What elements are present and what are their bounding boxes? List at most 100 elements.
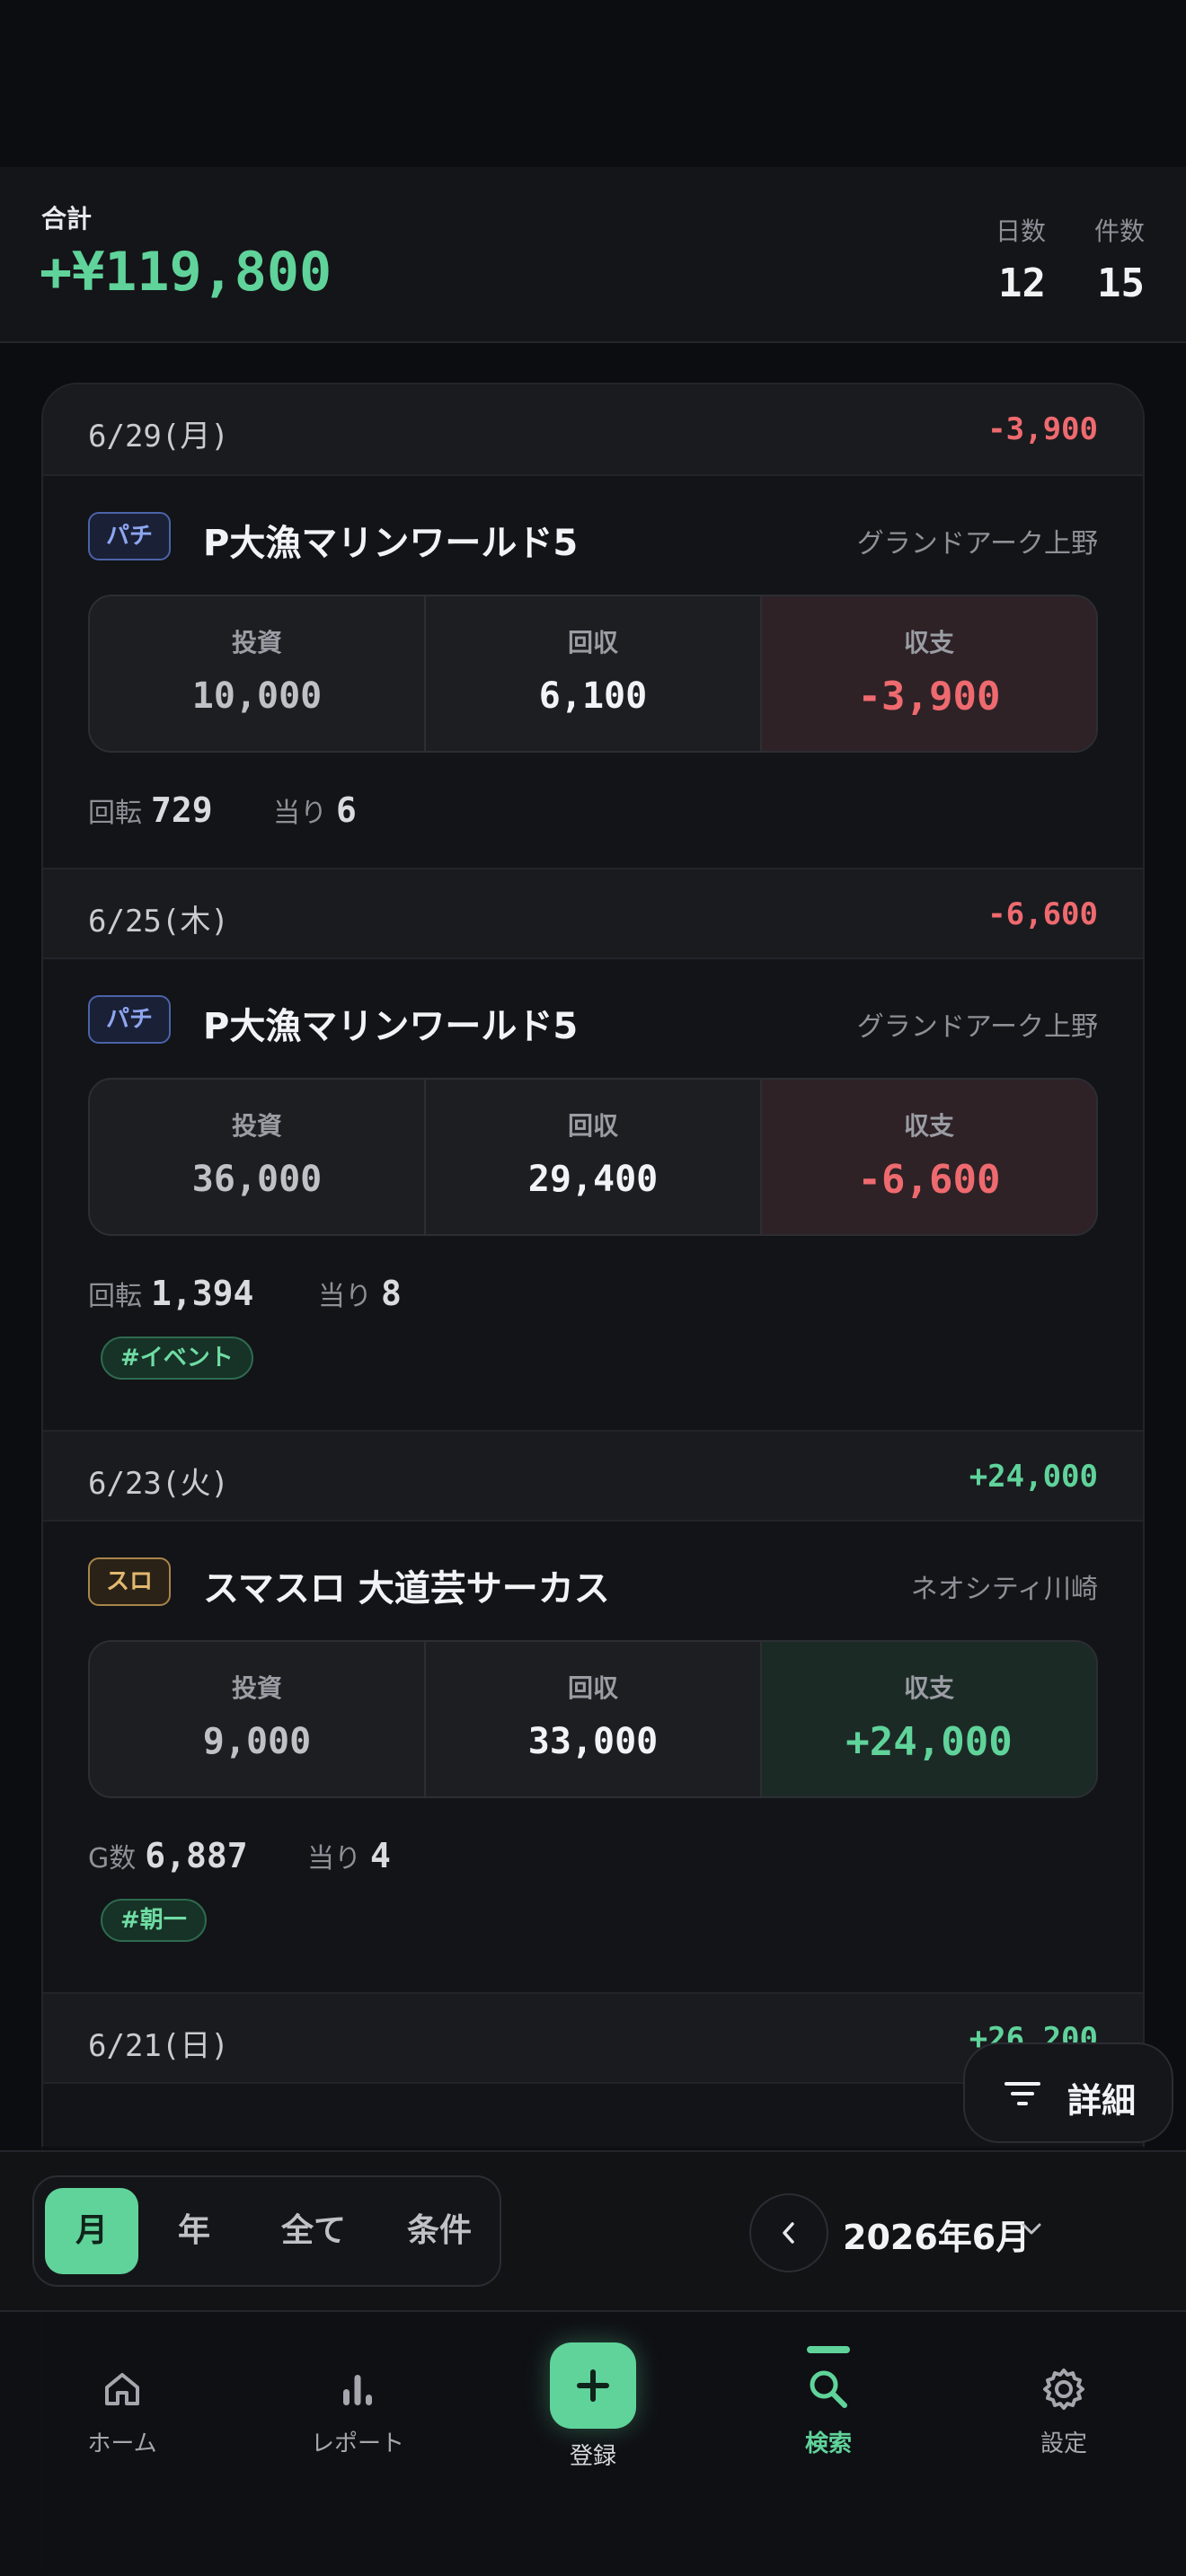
day-date: 6/21(日) (88, 2028, 229, 2064)
record-entry[interactable]: スロ スマスロ 大道芸サーカス ネオシティ川崎 投資 9,000 回収 33,0… (43, 1522, 1143, 1992)
count-stat: 件数 15 (1094, 212, 1145, 306)
return-cell: 回収 29,400 (426, 1080, 762, 1234)
return-label: 回収 (567, 628, 618, 657)
days-stat: 日数 12 (996, 212, 1046, 306)
type-badge: パチ (88, 512, 172, 560)
balance-value: -3,900 (857, 674, 1001, 719)
games-label: G数 (88, 1843, 137, 1875)
balance-label: 収支 (903, 628, 954, 657)
return-label: 回収 (567, 1673, 618, 1703)
plus-icon (577, 2369, 609, 2402)
count-label: 件数 (1093, 216, 1145, 246)
amount-grid: 投資 10,000 回収 6,100 収支 -3,900 (88, 595, 1098, 753)
balance-label: 収支 (903, 1111, 954, 1141)
store-name: ネオシティ川崎 (910, 1574, 1098, 1605)
tab-settings[interactable]: 設定 (974, 2362, 1154, 2458)
gear-icon (1043, 2369, 1084, 2410)
machine-name: P大漁マリンワールド5 (203, 523, 579, 564)
day-date: 6/25(木) (88, 904, 229, 940)
day-date: 6/23(火) (88, 1466, 229, 1502)
hits-stat: 当り 8 (318, 1274, 402, 1313)
balance-value: -6,600 (857, 1157, 1001, 1203)
invest-cell: 投資 9,000 (90, 1642, 426, 1796)
day-amount: -6,600 (987, 896, 1098, 932)
active-tab-indicator (807, 2346, 850, 2353)
balance-cell: 収支 -6,600 (762, 1080, 1096, 1234)
invest-cell: 投資 36,000 (90, 1080, 426, 1234)
prev-month-button[interactable] (749, 2193, 828, 2272)
record-entry[interactable]: パチ P大漁マリンワールド5 グランドアーク上野 投資 36,000 回収 29… (43, 959, 1143, 1430)
return-cell: 回収 6,100 (426, 596, 762, 751)
chevron-left-icon (783, 2222, 794, 2244)
tab-report[interactable]: レポート (268, 2362, 447, 2458)
balance-value: +24,000 (845, 1719, 1013, 1765)
hits-value: 6 (336, 790, 357, 830)
return-value: 6,100 (538, 675, 648, 717)
invest-label: 投資 (231, 1111, 282, 1141)
spins-stat: 回転 729 (88, 790, 213, 830)
detail-label: 詳細 (1067, 2081, 1137, 2121)
day-amount: -3,900 (987, 411, 1098, 447)
hits-stat: 当り 6 (273, 790, 357, 830)
day-header: 6/29(月) -3,900 (43, 384, 1143, 476)
period-month-option[interactable]: 月 (45, 2188, 138, 2274)
days-label: 日数 (995, 216, 1046, 246)
hits-label: 当り (273, 798, 327, 829)
record-entry[interactable]: パチ P大漁マリンワールド5 グランドアーク上野 投資 10,000 回収 6,… (43, 476, 1143, 868)
balance-label: 収支 (903, 1673, 954, 1703)
count-value: 15 (1097, 260, 1145, 306)
filter-icon (1005, 2082, 1040, 2105)
detail-filter-button[interactable]: 詳細 (963, 2042, 1173, 2143)
hits-stat: 当り 4 (307, 1836, 391, 1875)
day-amount: +24,000 (969, 1459, 1098, 1495)
spins-label: 回転 (88, 798, 142, 829)
games-stat: G数 6,887 (88, 1836, 248, 1875)
machine-name: P大漁マリンワールド5 (203, 1006, 579, 1047)
tab-settings-label: 設定 (1040, 2430, 1087, 2457)
hits-value: 8 (381, 1274, 402, 1313)
period-year-option[interactable]: 年 (147, 2188, 241, 2274)
invest-label: 投資 (231, 1673, 282, 1703)
days-value: 12 (998, 260, 1046, 306)
return-cell: 回収 33,000 (426, 1642, 762, 1796)
period-segmented-control: 月 年 全て 条件 (32, 2175, 501, 2287)
period-filter-bar: 月 年 全て 条件 2026年6月 (0, 2150, 1186, 2310)
tab-search-label: 検索 (804, 2430, 852, 2457)
amount-grid: 投資 36,000 回収 29,400 収支 -6,600 (88, 1078, 1098, 1236)
tab-search[interactable]: 検索 (739, 2346, 918, 2458)
period-condition-option[interactable]: 条件 (381, 2188, 498, 2274)
store-name: グランドアーク上野 (856, 528, 1098, 560)
event-tag[interactable]: #イベント (101, 1337, 253, 1380)
balance-cell: 収支 -3,900 (762, 596, 1096, 751)
tab-report-label: レポート (310, 2430, 404, 2457)
bottom-tab-bar: ホーム レポート 登録 検索 設定 (0, 2310, 1186, 2576)
spins-stat: 回転 1,394 (88, 1274, 253, 1313)
summary-header: 合計 +¥119,800 日数 12 件数 15 (0, 167, 1186, 343)
tab-home[interactable]: ホーム (32, 2362, 212, 2458)
day-date: 6/29(月) (88, 419, 229, 454)
summary-label: 合計 (41, 204, 93, 234)
chevron-down-icon[interactable] (1021, 2219, 1042, 2240)
invest-cell: 投資 10,000 (90, 596, 426, 751)
add-record-button[interactable] (550, 2342, 636, 2429)
invest-value: 9,000 (202, 1721, 312, 1762)
hits-label: 当り (318, 1281, 372, 1312)
summary-total: +¥119,800 (40, 241, 332, 304)
morning-tag[interactable]: #朝一 (101, 1899, 207, 1942)
tab-home-label: ホーム (87, 2430, 157, 2457)
store-name: グランドアーク上野 (856, 1011, 1098, 1043)
invest-value: 36,000 (191, 1159, 323, 1200)
spins-value: 729 (151, 790, 213, 830)
invest-value: 10,000 (191, 675, 323, 717)
spins-label: 回転 (88, 1281, 142, 1312)
games-value: 6,887 (145, 1836, 248, 1875)
search-icon (810, 2370, 847, 2408)
hits-label: 当り (307, 1843, 361, 1875)
invest-label: 投資 (231, 628, 282, 657)
return-value: 33,000 (527, 1721, 659, 1762)
hits-value: 4 (370, 1836, 391, 1875)
period-all-option[interactable]: 全て (246, 2188, 381, 2274)
add-record-label: 登録 (569, 2443, 616, 2470)
month-label[interactable]: 2026年6月 (843, 2210, 1030, 2259)
day-header: 6/23(火) +24,000 (43, 1430, 1143, 1522)
